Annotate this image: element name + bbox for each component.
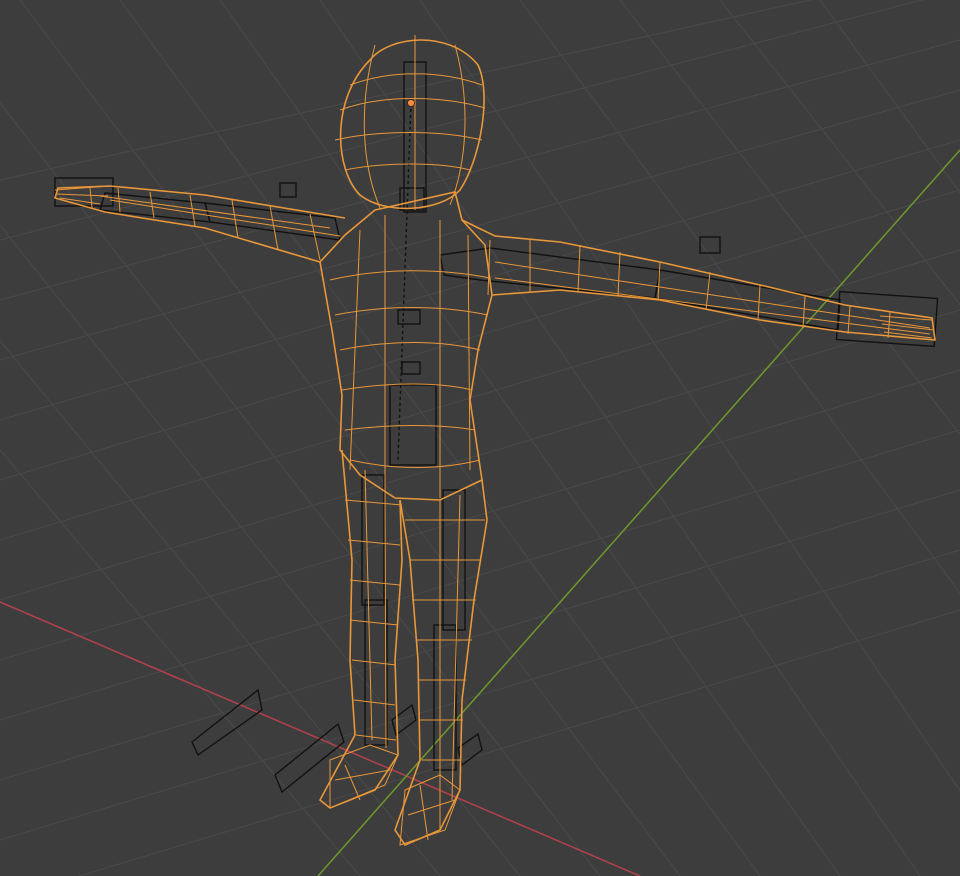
bone-pole-l bbox=[279, 182, 297, 198]
viewport-canvas[interactable] bbox=[0, 0, 960, 876]
y-axis-line bbox=[317, 149, 960, 876]
mesh-arm-r bbox=[461, 219, 936, 341]
3d-viewport[interactable] bbox=[0, 0, 960, 876]
mesh-torso bbox=[319, 191, 493, 501]
bone-pole-r bbox=[699, 236, 721, 254]
bone-spine-low bbox=[401, 361, 421, 375]
bone-hips bbox=[389, 384, 437, 466]
object-origin-dot[interactable] bbox=[407, 99, 415, 107]
mesh-head bbox=[339, 39, 485, 210]
mesh-hand-l bbox=[54, 185, 111, 205]
bone-chest bbox=[397, 309, 421, 325]
bone-shin-r bbox=[433, 624, 457, 771]
